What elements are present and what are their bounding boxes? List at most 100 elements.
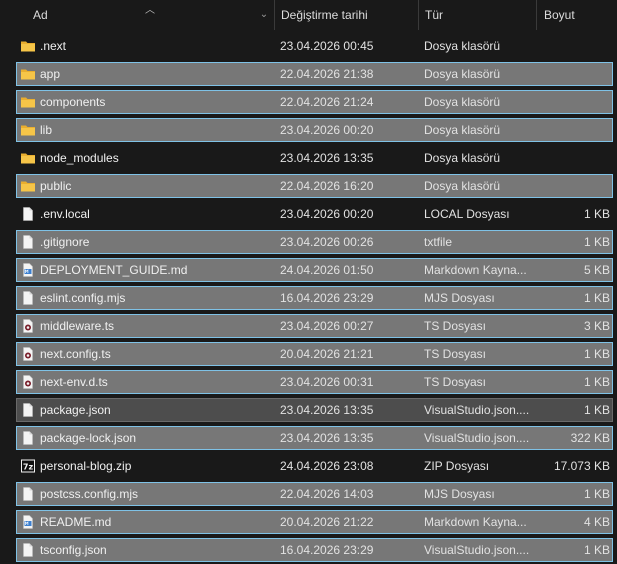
- table-row[interactable]: .next 23.04.2026 00:45 Dosya klasörü: [0, 32, 617, 60]
- file-name: package.json: [40, 403, 111, 417]
- file-type: LOCAL Dosyası: [424, 207, 510, 221]
- file-size: 322 KB: [570, 431, 610, 445]
- file-icon: [20, 403, 36, 417]
- file-name: public: [40, 179, 72, 193]
- column-header-name-label: Ad: [33, 8, 48, 22]
- folder-icon: [20, 39, 36, 53]
- file-name: node_modules: [40, 151, 119, 165]
- file-name: tsconfig.json: [40, 543, 107, 557]
- file-type: Dosya klasörü: [424, 95, 501, 109]
- file-type: Dosya klasörü: [424, 151, 501, 165]
- file-name: middleware.ts: [40, 319, 115, 333]
- file-size: [536, 116, 610, 144]
- file-modified-date: 16.04.2026 23:29: [280, 291, 374, 305]
- file-type: Markdown Kayna...: [424, 515, 527, 529]
- file-size: [536, 172, 610, 200]
- file-modified-date: 24.04.2026 01:50: [280, 263, 374, 277]
- table-row[interactable]: .env.local 23.04.2026 00:20 LOCAL Dosyası 1…: [0, 200, 617, 228]
- file-size: 1 KB: [583, 207, 610, 221]
- table-row[interactable]: public 22.04.2026 16:20 Dosya klasörü: [0, 172, 617, 200]
- file-modified-date: 22.04.2026 21:38: [280, 67, 374, 81]
- chevron-down-icon[interactable]: ⌄: [258, 9, 270, 21]
- file-modified-date: 23.04.2026 00:20: [280, 207, 374, 221]
- table-row[interactable]: tsconfig.json 16.04.2026 23:29 VisualStudi…: [0, 536, 617, 564]
- table-row[interactable]: components 22.04.2026 21:24 Dosya klasörü: [0, 88, 617, 116]
- table-row[interactable]: DEPLOYMENT_GUIDE.md 24.04.2026 01:50 Markd…: [0, 256, 617, 284]
- file-size: 4 KB: [583, 515, 610, 529]
- file-type: VisualStudio.json....: [424, 431, 530, 445]
- table-row[interactable]: next-env.d.ts 23.04.2026 00:31 TS Dosyası 1…: [0, 368, 617, 396]
- table-row[interactable]: middleware.ts 23.04.2026 00:27 TS Dosyası 3…: [0, 312, 617, 340]
- file-name: .env.local: [40, 207, 90, 221]
- file-name: DEPLOYMENT_GUIDE.md: [40, 263, 188, 277]
- column-header-type-label: Tür: [425, 8, 443, 22]
- table-row[interactable]: app 22.04.2026 21:38 Dosya klasörü: [0, 60, 617, 88]
- file-name: app: [40, 67, 61, 81]
- file-type: TS Dosyası: [424, 319, 487, 333]
- file-icon: [20, 431, 36, 445]
- file-name: personal-blog.zip: [40, 459, 132, 473]
- table-row[interactable]: README.md 20.04.2026 21:22 Markdown Kayna.…: [0, 508, 617, 536]
- column-header-date[interactable]: Değiştirme tarihi: [274, 0, 418, 30]
- column-header-size[interactable]: Boyut: [536, 0, 617, 30]
- zip-archive-icon: 7z: [20, 459, 36, 473]
- table-row[interactable]: node_modules 23.04.2026 13:35 Dosya klasör…: [0, 144, 617, 172]
- file-modified-date: 22.04.2026 14:03: [280, 487, 374, 501]
- file-modified-date: 24.04.2026 23:08: [280, 459, 374, 473]
- table-row[interactable]: next.config.ts 20.04.2026 21:21 TS Dosyası…: [0, 340, 617, 368]
- file-modified-date: 16.04.2026 23:29: [280, 543, 374, 557]
- table-row[interactable]: postcss.config.mjs 22.04.2026 14:03 MJS Do…: [0, 480, 617, 508]
- column-header-name[interactable]: Ad: [0, 0, 274, 30]
- table-row[interactable]: 7z personal-blog.zip 24.04.2026 23:08 ZIP D…: [0, 452, 617, 480]
- table-row[interactable]: eslint.config.mjs 16.04.2026 23:29 MJS Dos…: [0, 284, 617, 312]
- folder-icon: [20, 123, 36, 137]
- file-type: Dosya klasörü: [424, 179, 501, 193]
- file-type: TS Dosyası: [424, 347, 487, 361]
- file-size: 3 KB: [583, 319, 610, 333]
- file-modified-date: 23.04.2026 00:45: [280, 39, 374, 53]
- file-icon: [20, 207, 36, 221]
- file-name: .next: [40, 39, 67, 53]
- file-type: MJS Dosyası: [424, 291, 495, 305]
- file-icon: [20, 291, 36, 305]
- column-header-size-label: Boyut: [544, 8, 575, 22]
- file-size: [536, 88, 610, 116]
- file-size: [536, 32, 610, 60]
- folder-icon: [20, 179, 36, 193]
- file-size: 5 KB: [583, 263, 610, 277]
- file-modified-date: 23.04.2026 00:20: [280, 123, 374, 137]
- file-type: Dosya klasörü: [424, 123, 501, 137]
- file-modified-date: 23.04.2026 00:31: [280, 375, 374, 389]
- ts-file-icon: [20, 319, 36, 333]
- folder-icon: [20, 151, 36, 165]
- file-modified-date: 23.04.2026 00:26: [280, 235, 374, 249]
- table-row[interactable]: package.json 23.04.2026 13:35 VisualStudio…: [0, 396, 617, 424]
- file-list: .next 23.04.2026 00:45 Dosya klasörü app 22.…: [0, 32, 617, 564]
- column-header-date-label: Değiştirme tarihi: [281, 8, 368, 22]
- file-modified-date: 23.04.2026 13:35: [280, 431, 374, 445]
- folder-icon: [20, 95, 36, 109]
- table-row[interactable]: .gitignore 23.04.2026 00:26 txtfile 1 KB: [0, 228, 617, 256]
- file-type: Dosya klasörü: [424, 39, 501, 53]
- file-type: Markdown Kayna...: [424, 263, 527, 277]
- file-name: next-env.d.ts: [40, 375, 108, 389]
- table-row[interactable]: package-lock.json 23.04.2026 13:35 VisualS…: [0, 424, 617, 452]
- file-size: [536, 144, 610, 172]
- file-name: components: [40, 95, 106, 109]
- file-type: Dosya klasörü: [424, 67, 501, 81]
- file-size: 1 KB: [583, 291, 610, 305]
- table-row[interactable]: lib 23.04.2026 00:20 Dosya klasörü: [0, 116, 617, 144]
- file-size: 1 KB: [583, 403, 610, 417]
- file-type: VisualStudio.json....: [424, 403, 530, 417]
- file-type: MJS Dosyası: [424, 487, 495, 501]
- file-modified-date: 22.04.2026 16:20: [280, 179, 374, 193]
- file-size: 1 KB: [583, 543, 610, 557]
- file-size: 1 KB: [583, 347, 610, 361]
- column-header-type[interactable]: Tür: [418, 0, 536, 30]
- markdown-file-icon: [20, 515, 36, 529]
- folder-icon: [20, 67, 36, 81]
- file-name: next.config.ts: [40, 347, 111, 361]
- file-modified-date: 23.04.2026 13:35: [280, 403, 374, 417]
- file-modified-date: 20.04.2026 21:21: [280, 347, 374, 361]
- file-icon: [20, 235, 36, 249]
